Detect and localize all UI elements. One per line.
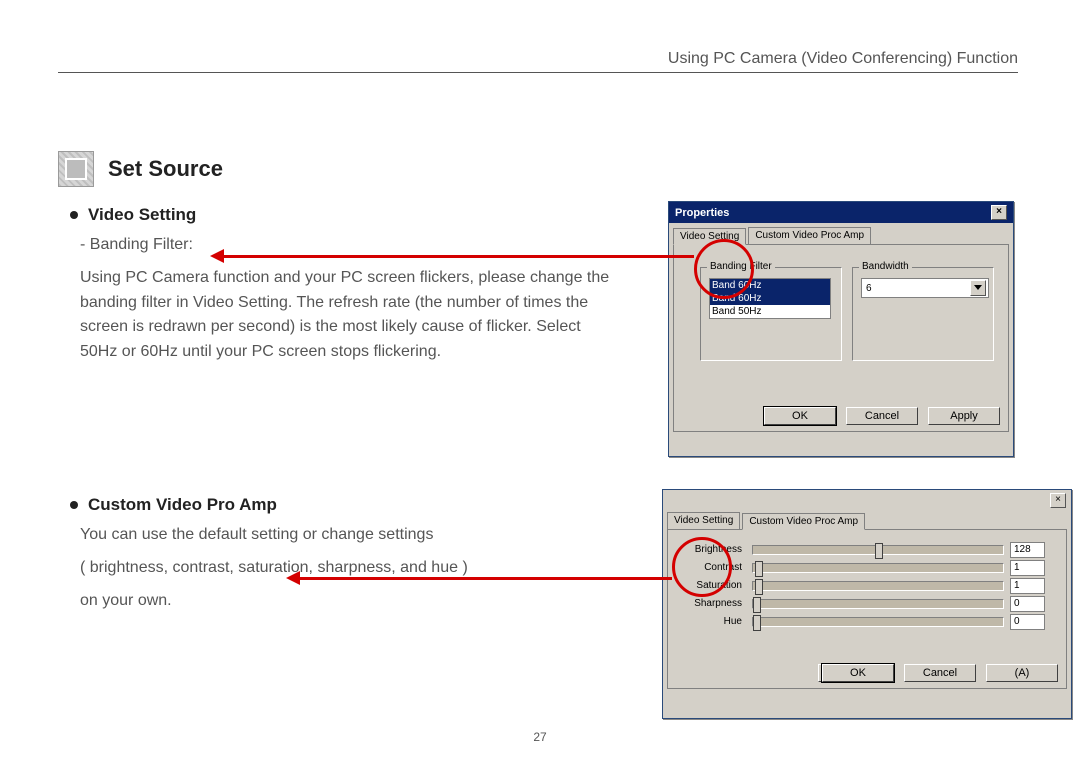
slider-thumb[interactable] [875, 543, 883, 559]
list-item[interactable]: Band 60Hz [710, 279, 830, 292]
cancel-button[interactable]: Cancel [904, 664, 976, 682]
apply-button[interactable]: Apply [928, 407, 1000, 425]
section-title: Set Source [108, 156, 223, 182]
slider-thumb[interactable] [753, 597, 761, 613]
slider-thumb[interactable] [755, 561, 763, 577]
slider-row: Hue 0 [682, 613, 1066, 630]
bandwidth-group-label: Bandwidth [859, 261, 912, 272]
slider-label: Saturation [682, 580, 746, 591]
proc-amp-heading: Custom Video Pro Amp [88, 495, 277, 515]
dialog-title-text: Properties [675, 207, 729, 219]
proc-amp-line1: You can use the default setting or chang… [80, 523, 618, 548]
slider-label: Hue [682, 616, 746, 627]
slider-track[interactable] [752, 545, 1004, 555]
slider-thumb[interactable] [753, 615, 761, 631]
chevron-down-icon[interactable] [970, 280, 986, 296]
slider-row: Sharpness 0 [682, 595, 1066, 612]
slider-value: 1 [1010, 560, 1045, 576]
ok-button[interactable]: OK [822, 664, 894, 682]
dialog-titlebar: Properties × [669, 202, 1013, 223]
tab-panel: Brightness128Contrast1Saturation1Sharpne… [667, 530, 1067, 689]
slider-row: Brightness 128 [682, 541, 1066, 558]
tab-strip: Video Setting Custom Video Proc Amp [673, 227, 1009, 245]
video-setting-text: Using PC Camera function and your PC scr… [80, 266, 618, 365]
monitor-icon [58, 151, 94, 187]
list-item[interactable]: Band 50Hz [710, 305, 830, 318]
slider-track[interactable] [752, 563, 1004, 573]
tab-panel: Banding Filter Band 60Hz Band 60Hz Band … [673, 245, 1009, 432]
slider-value: 0 [1010, 596, 1045, 612]
extra-button[interactable]: (A) [986, 664, 1058, 682]
banding-filter-group-label: Banding Filter [707, 261, 775, 272]
tab-video-setting[interactable]: Video Setting [673, 228, 746, 245]
video-setting-bullet: Video Setting [70, 205, 618, 225]
slider-value: 128 [1010, 542, 1045, 558]
slider-row: Saturation 1 [682, 577, 1066, 594]
tab-custom-video-proc-amp[interactable]: Custom Video Proc Amp [748, 227, 871, 244]
slider-thumb[interactable] [755, 579, 763, 595]
banding-filter-label: - Banding Filter: [80, 233, 618, 258]
properties-dialog: Properties × Video Setting Custom Video … [668, 201, 1014, 457]
slider-row: Contrast 1 [682, 559, 1066, 576]
slider-track[interactable] [752, 617, 1004, 627]
ok-button[interactable]: OK [764, 407, 836, 425]
slider-value: 1 [1010, 578, 1045, 594]
list-item[interactable]: Band 60Hz [710, 292, 830, 305]
video-setting-heading: Video Setting [88, 205, 196, 225]
banding-filter-listbox[interactable]: Band 60Hz Band 60Hz Band 50Hz [709, 278, 831, 319]
close-icon[interactable]: × [991, 205, 1007, 220]
slider-label: Contrast [682, 562, 746, 573]
bandwidth-combobox[interactable]: 6 [861, 278, 989, 298]
section-heading: Set Source [58, 151, 1018, 187]
bandwidth-group: Bandwidth 6 [852, 267, 994, 361]
tab-strip: Video Setting Custom Video Proc Amp [667, 512, 1067, 530]
slider-value: 0 [1010, 614, 1045, 630]
slider-panel: Brightness128Contrast1Saturation1Sharpne… [668, 530, 1066, 630]
slider-label: Sharpness [682, 598, 746, 609]
page-number: 27 [0, 730, 1080, 744]
tab-custom-video-proc-amp[interactable]: Custom Video Proc Amp [742, 513, 865, 530]
proc-amp-bullet: Custom Video Pro Amp [70, 495, 618, 515]
banding-filter-group: Banding Filter Band 60Hz Band 60Hz Band … [700, 267, 842, 361]
cancel-button[interactable]: Cancel [846, 407, 918, 425]
slider-track[interactable] [752, 581, 1004, 591]
proc-amp-line2: ( brightness, contrast, saturation, shar… [80, 556, 618, 581]
tab-video-setting[interactable]: Video Setting [667, 512, 740, 529]
bullet-icon [70, 211, 78, 219]
page-header: Using PC Camera (Video Conferencing) Fun… [58, 50, 1018, 73]
slider-label: Brightness [682, 544, 746, 555]
bandwidth-value: 6 [866, 283, 872, 294]
slider-track[interactable] [752, 599, 1004, 609]
close-icon[interactable]: × [1050, 493, 1066, 508]
proc-amp-dialog: × Video Setting Custom Video Proc Amp Br… [662, 489, 1072, 719]
proc-amp-line3: on your own. [80, 589, 618, 614]
bullet-icon [70, 501, 78, 509]
